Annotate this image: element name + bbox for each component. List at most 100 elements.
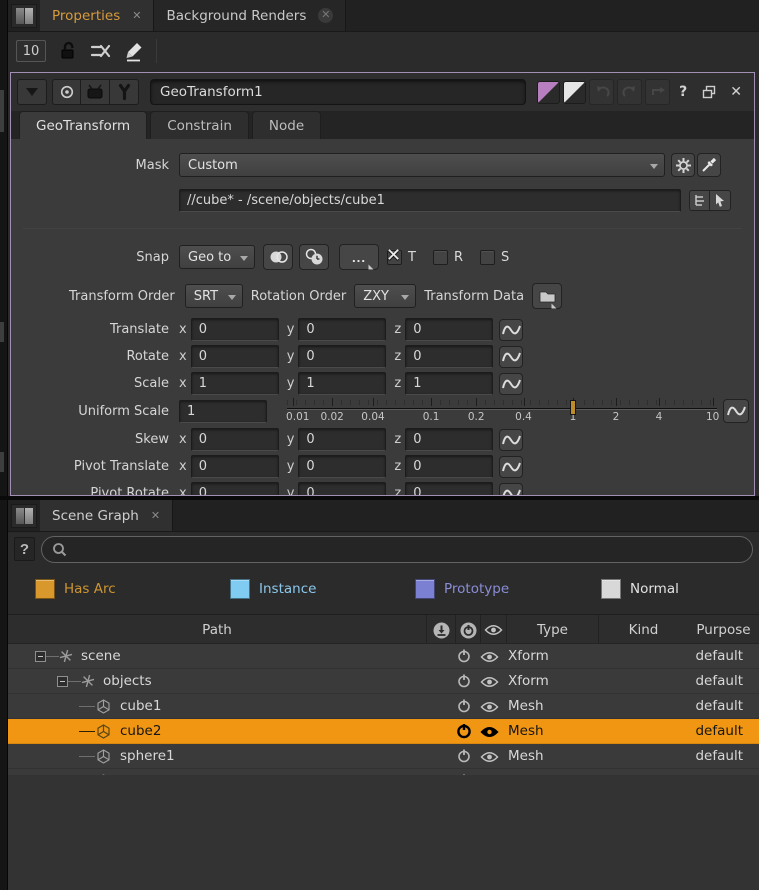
column-header-load[interactable] [426,615,455,645]
collapse-toggle[interactable] [57,676,68,687]
select-in-viewer-button[interactable] [710,190,731,211]
tab-properties[interactable]: Properties ✕ [40,0,154,31]
uniform-scale-field[interactable]: 1 [179,400,267,423]
table-row-objects[interactable]: objects Xform default [8,669,759,694]
transform-order-dropdown[interactable]: SRT [185,284,243,308]
column-header-active[interactable] [455,615,480,645]
tab-node[interactable]: Node [252,111,321,139]
rotate-x-field[interactable]: 0 [191,345,279,368]
snap-mode-dropdown[interactable]: Geo to [179,245,255,269]
tab-properties-close-icon[interactable]: ✕ [132,9,141,23]
eye-icon[interactable] [480,651,499,667]
translate-animation-button[interactable] [499,319,523,341]
row-path-label[interactable]: objects [103,673,152,689]
translate-z-field[interactable]: 0 [405,318,493,341]
translate-x-field[interactable]: 0 [191,318,279,341]
pane-menu-icon[interactable] [11,4,37,28]
pivot-translate-y-field[interactable]: 0 [298,455,386,478]
float-panel-button[interactable] [696,79,721,105]
mask-picker-button[interactable] [697,153,721,177]
snap-t-checkbox[interactable]: ✕ [387,250,402,265]
pivot-translate-x-field[interactable]: 0 [191,455,279,478]
table-row-sphere1[interactable]: sphere1 Mesh default [8,744,759,769]
eye-icon[interactable] [480,701,499,717]
gl-color-swatch[interactable] [563,81,586,104]
scale-z-field[interactable]: 1 [405,372,493,395]
tab-background-renders[interactable]: Background Renders ✕ [154,0,346,31]
power-icon[interactable] [456,723,472,743]
settings-wrench-button[interactable] [110,79,139,105]
scene-graph-help-button[interactable]: ? [14,537,35,561]
skew-z-field[interactable]: 0 [405,428,493,451]
collapse-panel-button[interactable] [17,79,47,105]
close-panel-button[interactable]: ✕ [724,84,748,100]
eye-icon[interactable] [480,751,499,767]
column-header-purpose[interactable]: Purpose [688,615,759,645]
scene-graph-picker-button[interactable] [689,190,710,211]
skew-animation-button[interactable] [499,429,523,451]
pivot-rotate-animation-button[interactable] [499,483,523,496]
mask-settings-button[interactable] [671,153,695,177]
slider-handle[interactable] [570,400,576,415]
help-button[interactable]: ? [673,84,693,100]
table-row-scene[interactable]: scene Xform default [8,644,759,669]
power-icon[interactable] [456,698,472,718]
power-icon[interactable] [456,748,472,768]
tab-geotransform[interactable]: GeoTransform [19,111,147,139]
clear-all-panels-icon[interactable] [90,42,112,60]
mask-dropdown[interactable]: Custom [179,153,665,177]
edit-pencil-icon[interactable] [124,41,144,62]
scale-y-field[interactable]: 1 [298,372,386,395]
snap-r-checkbox[interactable] [433,250,448,265]
row-path-label[interactable]: cube2 [120,723,161,739]
rotate-y-field[interactable]: 0 [298,345,386,368]
transform-data-button[interactable] [532,283,562,309]
monitor-out-button[interactable] [81,79,110,105]
uniform-scale-animation-button[interactable] [723,399,749,423]
unlock-icon[interactable] [58,41,78,61]
power-icon[interactable] [456,648,472,668]
eye-icon[interactable] [480,676,499,692]
row-path-label[interactable]: scene [81,648,121,664]
pivot-translate-z-field[interactable]: 0 [405,455,493,478]
undo-button[interactable] [589,79,614,105]
power-icon[interactable] [456,673,472,693]
pivot-rotate-x-field[interactable]: 0 [191,482,279,495]
max-panels-input[interactable]: 10 [16,40,46,62]
skew-y-field[interactable]: 0 [298,428,386,451]
table-row-cube1[interactable]: cube1 Mesh default [8,694,759,719]
rotate-animation-button[interactable] [499,346,523,368]
rotation-order-dropdown[interactable]: ZXY [354,284,416,308]
skew-x-field[interactable]: 0 [191,428,279,451]
scale-x-field[interactable]: 1 [191,372,279,395]
scene-graph-search[interactable] [41,536,753,563]
snap-geo-button[interactable] [263,244,293,270]
center-viewer-button[interactable] [52,79,81,105]
rotate-z-field[interactable]: 0 [405,345,493,368]
uniform-scale-slider[interactable]: 0.01 0.02 0.04 0.1 0.2 0.4 1 2 4 10 [287,398,717,424]
node-name-field[interactable]: GeoTransform1 [150,79,526,105]
column-header-path[interactable]: Path [8,615,426,645]
column-header-type[interactable]: Type [506,615,598,645]
mask-expression-field[interactable]: //cube* - /scene/objects/cube1 [179,189,681,212]
collapse-toggle[interactable] [35,651,46,662]
scale-animation-button[interactable] [499,373,523,395]
pivot-rotate-z-field[interactable]: 0 [405,482,493,495]
snap-more-button[interactable]: ... [339,244,379,270]
snap-s-checkbox[interactable] [480,250,495,265]
tab-scene-graph-close-icon[interactable]: ✕ [151,509,160,523]
snap-keep-position-button[interactable] [299,244,329,270]
pane-menu-icon[interactable] [11,504,37,528]
row-path-label[interactable]: cube1 [120,698,161,714]
eye-icon[interactable] [480,726,499,742]
pivot-translate-animation-button[interactable] [499,456,523,478]
scene-graph-search-input[interactable] [73,542,742,557]
tab-background-renders-close-icon[interactable]: ✕ [318,8,333,23]
column-header-visible[interactable] [480,615,506,645]
revert-button[interactable] [645,79,670,105]
tab-scene-graph[interactable]: Scene Graph ✕ [40,500,173,531]
table-row-cube2[interactable]: cube2 Mesh default [8,719,759,744]
pivot-rotate-y-field[interactable]: 0 [298,482,386,495]
column-header-kind[interactable]: Kind [598,615,688,645]
node-tile-color-swatch[interactable] [537,81,560,104]
